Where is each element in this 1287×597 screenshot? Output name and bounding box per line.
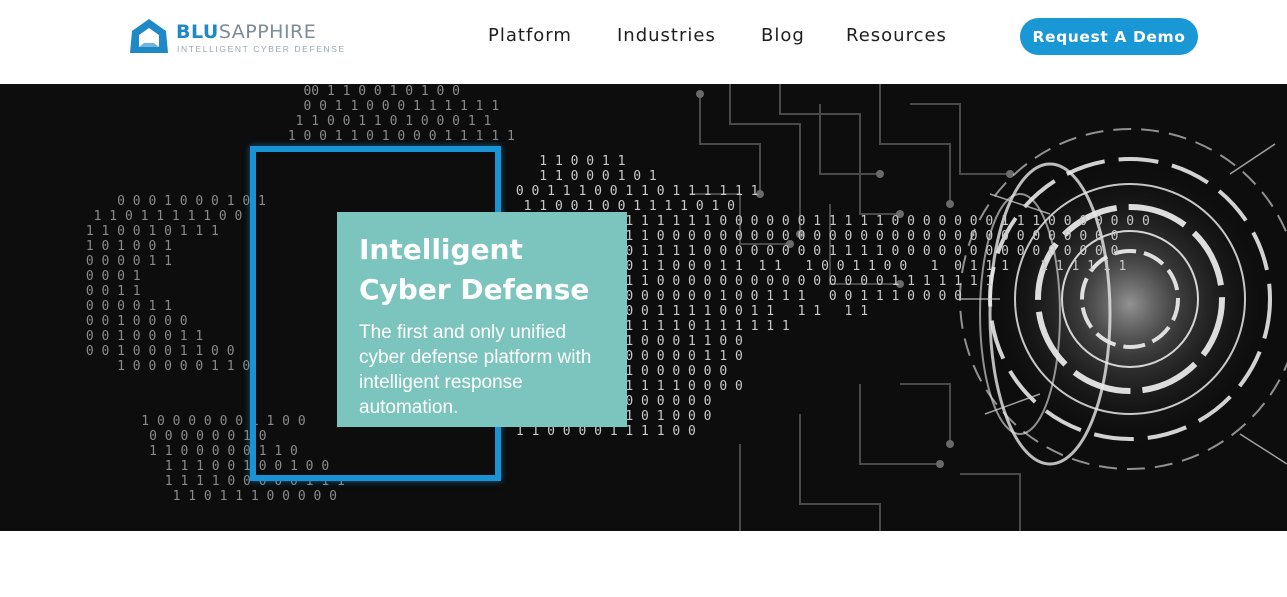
brand-primary: BLU — [176, 21, 219, 43]
binary-pattern-top: 00 1 1 0 0 1 0 1 0 0 0 0 1 1 0 0 0 1 1 1… — [287, 84, 515, 144]
nav-item-industries[interactable]: Industries — [617, 25, 716, 46]
site-header: BLUSAPPHIRE INTELLIGENT CYBER DEFENSE Pl… — [0, 0, 1287, 84]
hero-title-line-2: Cyber Defense — [359, 273, 590, 306]
logo-tagline: INTELLIGENT CYBER DEFENSE — [177, 44, 346, 54]
logo-wordmark: BLUSAPPHIRE — [176, 21, 316, 43]
hero-banner: 00 1 1 0 0 1 0 1 0 0 0 0 1 1 0 0 0 1 1 1… — [0, 84, 1287, 531]
hero-description: The first and only unified cyber defense… — [359, 322, 592, 418]
brand-secondary: SAPPHIRE — [218, 21, 317, 43]
logo[interactable]: BLUSAPPHIRE INTELLIGENT CYBER DEFENSE — [128, 17, 344, 59]
request-demo-button[interactable]: Request A Demo — [1020, 18, 1198, 55]
nav-item-blog[interactable]: Blog — [761, 25, 805, 46]
nav-item-platform[interactable]: Platform — [488, 25, 572, 46]
hero-title-line-1: Intelligent — [359, 233, 523, 266]
hero-text-card: Intelligent Cyber Defense The first and … — [337, 212, 627, 427]
hero-title: Intelligent Cyber Defense — [359, 230, 605, 310]
blusapphire-logo-icon — [130, 19, 168, 53]
binary-pattern-left: 0 0 0 1 0 0 0 1 0 1 1 1 0 1 1 1 1 1 0 0 … — [85, 194, 266, 374]
nav-item-resources[interactable]: Resources — [846, 25, 947, 46]
